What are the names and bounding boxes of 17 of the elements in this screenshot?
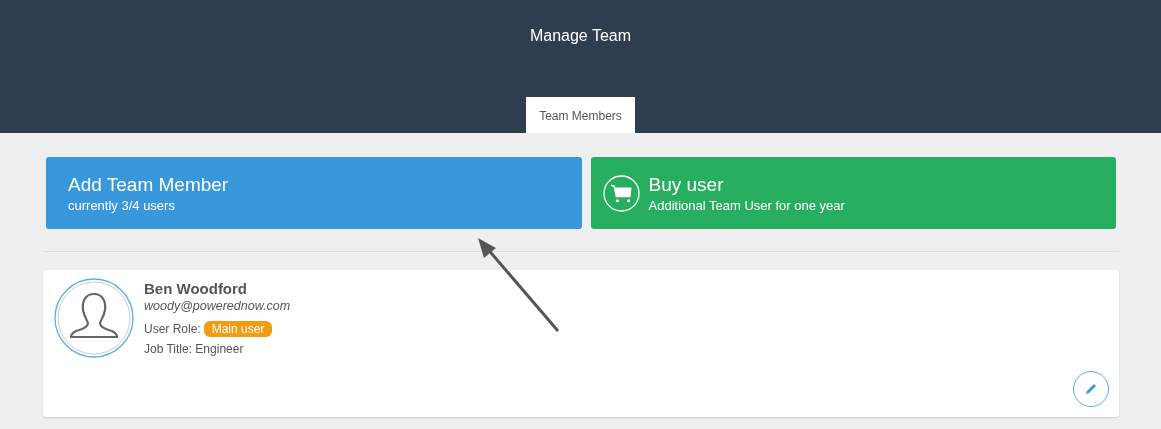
member-name: Ben Woodford [144,280,249,297]
member-email: woody@powerednow.com [144,299,291,313]
cart-icon [602,174,640,212]
add-member-button[interactable]: Add Team Member currently 3/4 users [46,157,582,229]
page-title: Manage Team [529,27,632,45]
tab[interactable]: Team Members [526,97,635,133]
job-title: Job Title: Engineer [144,342,245,356]
button-title: Add Team Member [68,173,229,196]
edit-button[interactable] [1073,371,1109,407]
button-subtitle: Additional Team User for one year [648,197,845,213]
buy-user-button[interactable]: Buy user Additional Team User for one year [590,157,1116,229]
pencil-icon [1083,381,1099,397]
avatar-icon [54,278,134,358]
button-subtitle: currently 3/4 users [68,197,176,213]
role-label: User Role: [144,322,201,336]
role-badge: Main user [203,321,273,337]
button-title: Buy user [648,173,725,196]
